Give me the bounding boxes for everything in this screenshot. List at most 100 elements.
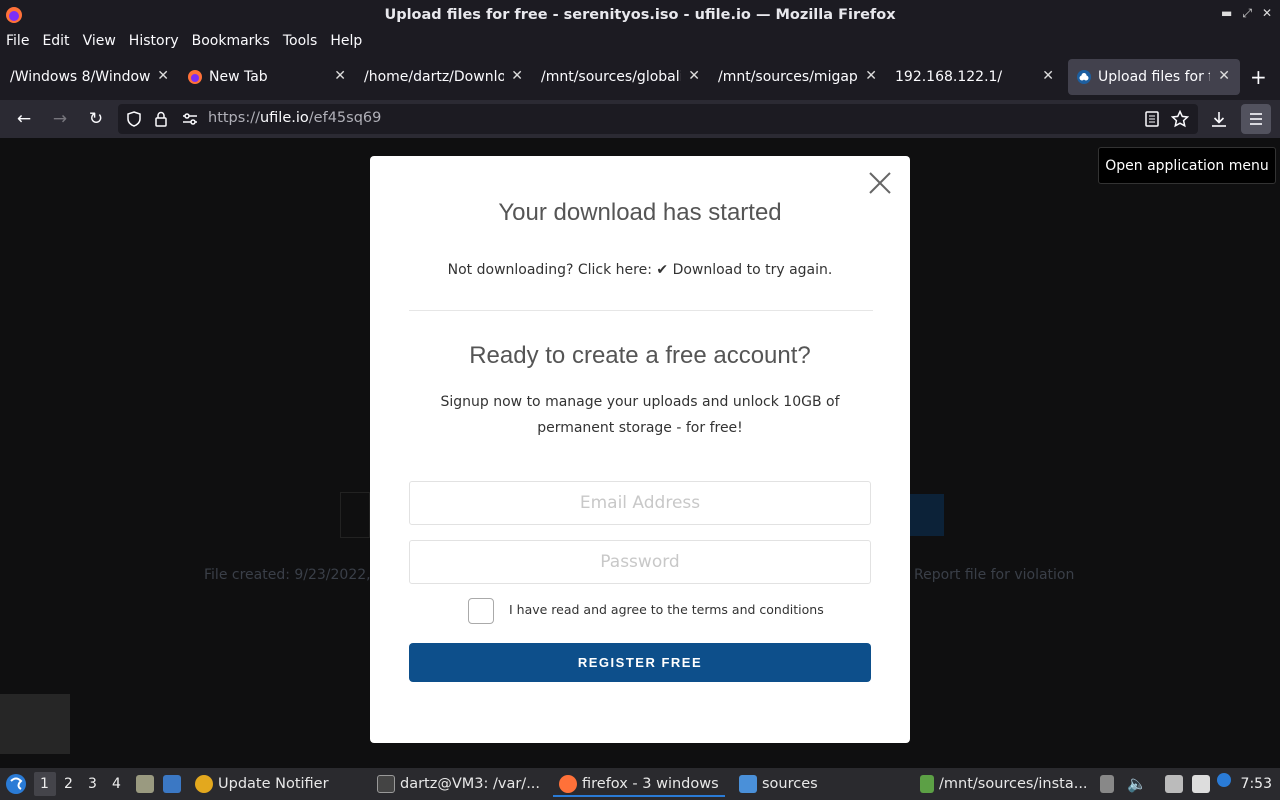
terms-checkbox[interactable] <box>468 598 494 624</box>
menu-help[interactable]: Help <box>330 33 362 49</box>
close-icon[interactable] <box>866 169 894 197</box>
menu-history[interactable]: History <box>129 33 179 49</box>
tab-label: New Tab <box>209 68 268 85</box>
hamburger-menu-icon <box>1250 113 1262 125</box>
url-host: ufile.io <box>259 110 309 126</box>
clock: 7:53 <box>1240 776 1272 792</box>
task-installer[interactable]: /mnt/sources/insta... <box>920 775 1088 793</box>
menu-edit[interactable]: Edit <box>42 33 69 49</box>
notification-icon[interactable] <box>1217 773 1231 787</box>
task-sources[interactable]: sources <box>739 775 818 793</box>
window-title: Upload files for free - serenityos.iso -… <box>384 6 896 23</box>
firefox-icon <box>559 774 577 793</box>
account-title: Ready to create a free account? <box>469 342 811 369</box>
workspace-1[interactable]: 1 <box>40 776 49 792</box>
terminal-icon <box>377 775 395 793</box>
restore-icon[interactable]: ⤢ <box>1242 6 1252 21</box>
tab-close-icon[interactable]: ✕ <box>334 68 346 84</box>
recaptcha-badge[interactable] <box>0 694 70 754</box>
minimize-icon[interactable]: ▬ <box>1221 6 1232 21</box>
url-bar[interactable]: https://ufile.io/ef45sq69 <box>118 104 1198 134</box>
start-menu-icon[interactable] <box>5 773 27 795</box>
task-firefox[interactable]: firefox - 3 windows <box>553 772 725 797</box>
menu-bar: File Edit View History Bookmarks Tools H… <box>0 29 1280 53</box>
tab-local-ip[interactable]: 192.168.122.1/ ✕ <box>887 59 1064 95</box>
menu-file[interactable]: File <box>6 33 29 49</box>
tab-close-icon[interactable]: ✕ <box>1218 68 1230 84</box>
firefox-icon <box>188 69 202 84</box>
new-tab-button[interactable]: + <box>1250 65 1267 89</box>
menu-tools[interactable]: Tools <box>283 33 318 49</box>
file-manager-launcher-icon[interactable] <box>136 775 154 793</box>
volume-icon[interactable]: 🔈 <box>1127 774 1147 793</box>
task-label: sources <box>762 776 818 792</box>
navigation-toolbar: ← → ↻ https://ufile.io/ef45sq69 <box>0 100 1280 138</box>
tab-ufile[interactable]: Upload files for free ✕ <box>1068 58 1240 95</box>
lock-icon[interactable] <box>154 111 168 127</box>
download-again-link[interactable]: Download to try again. <box>673 262 833 278</box>
not-downloading-text: Not downloading? Click here: <box>447 262 652 278</box>
tab-label: 192.168.122.1/ <box>895 68 1003 85</box>
tab-close-icon[interactable]: ✕ <box>1042 68 1054 84</box>
modal-title: Your download has started <box>498 199 782 226</box>
task-terminal[interactable]: dartz@VM3: /var/... <box>377 775 540 793</box>
tab-label: /mnt/sources/migapps <box>718 68 858 85</box>
folder-icon <box>739 775 757 793</box>
register-button[interactable]: REGISTER FREE <box>409 643 871 682</box>
tab-migapps[interactable]: /mnt/sources/migapps ✕ <box>710 59 887 95</box>
file-created-text: File created: 9/23/2022, <box>204 567 371 583</box>
forward-icon[interactable]: → <box>50 109 70 129</box>
permissions-icon[interactable] <box>182 112 198 126</box>
report-file-link[interactable]: Report file for violation <box>914 567 1074 583</box>
application-menu-button[interactable] <box>1241 104 1271 134</box>
terms-label: I have read and agree to the terms and c… <box>509 602 824 617</box>
clipboard-icon[interactable] <box>1100 775 1114 793</box>
network-icon[interactable] <box>1165 775 1183 793</box>
installer-icon <box>920 775 934 793</box>
menu-view[interactable]: View <box>83 33 116 49</box>
taskbar: 1 2 3 4 Update Notifier dartz@VM3: /var/… <box>0 768 1280 800</box>
task-update-notifier[interactable]: Update Notifier <box>195 775 329 793</box>
download-modal: Your download has started Not downloadin… <box>370 156 910 743</box>
tab-close-icon[interactable]: ✕ <box>865 68 877 84</box>
task-label: Update Notifier <box>218 776 329 792</box>
close-window-icon[interactable]: ✕ <box>1262 6 1272 21</box>
firefox-icon <box>6 7 22 23</box>
reader-view-icon[interactable] <box>1145 111 1159 127</box>
divider <box>409 310 873 311</box>
notes-icon[interactable] <box>1192 775 1210 793</box>
tab-globalinstall[interactable]: /mnt/sources/globalinstall ✕ <box>533 59 710 95</box>
task-label: firefox - 3 windows <box>582 775 719 792</box>
email-field[interactable] <box>409 481 871 525</box>
shield-icon[interactable] <box>126 111 142 127</box>
menu-bookmarks[interactable]: Bookmarks <box>192 33 270 49</box>
tab-close-icon[interactable]: ✕ <box>688 68 700 84</box>
tab-label: Upload files for free <box>1098 68 1210 85</box>
tab-close-icon[interactable]: ✕ <box>157 68 169 84</box>
workspace-4[interactable]: 4 <box>112 776 121 792</box>
url-path: /ef45sq69 <box>308 110 382 126</box>
tab-downloads[interactable]: /home/dartz/Downloads ✕ <box>356 59 533 95</box>
tab-label: /home/dartz/Downloads <box>364 68 504 85</box>
workspace-3[interactable]: 3 <box>88 776 97 792</box>
downloads-icon[interactable] <box>1210 110 1228 128</box>
update-notifier-icon <box>195 775 213 793</box>
password-field[interactable] <box>409 540 871 584</box>
tab-windows8[interactable]: /Windows 8/Windows ✕ <box>2 59 179 95</box>
window-controls: ▬ ⤢ ✕ <box>1221 6 1272 21</box>
background-element <box>340 492 370 538</box>
reload-icon[interactable]: ↻ <box>86 109 106 129</box>
back-icon[interactable]: ← <box>14 109 34 129</box>
not-downloading-note: Not downloading? Click here: ✔ Download … <box>370 262 910 278</box>
tab-label: /mnt/sources/globalinstall <box>541 68 681 85</box>
signup-text: Signup now to manage your uploads and un… <box>440 394 840 436</box>
tab-new-tab[interactable]: New Tab ✕ <box>179 59 356 95</box>
bookmark-star-icon[interactable] <box>1171 110 1189 128</box>
checkmark-icon: ✔ <box>656 262 669 278</box>
ufile-icon <box>1077 69 1091 84</box>
tab-label: /Windows 8/Windows <box>10 68 150 85</box>
tab-close-icon[interactable]: ✕ <box>511 68 523 84</box>
url-text[interactable]: https://ufile.io/ef45sq69 <box>208 110 381 126</box>
workspace-2[interactable]: 2 <box>64 776 73 792</box>
desktop-icon[interactable] <box>163 775 181 793</box>
